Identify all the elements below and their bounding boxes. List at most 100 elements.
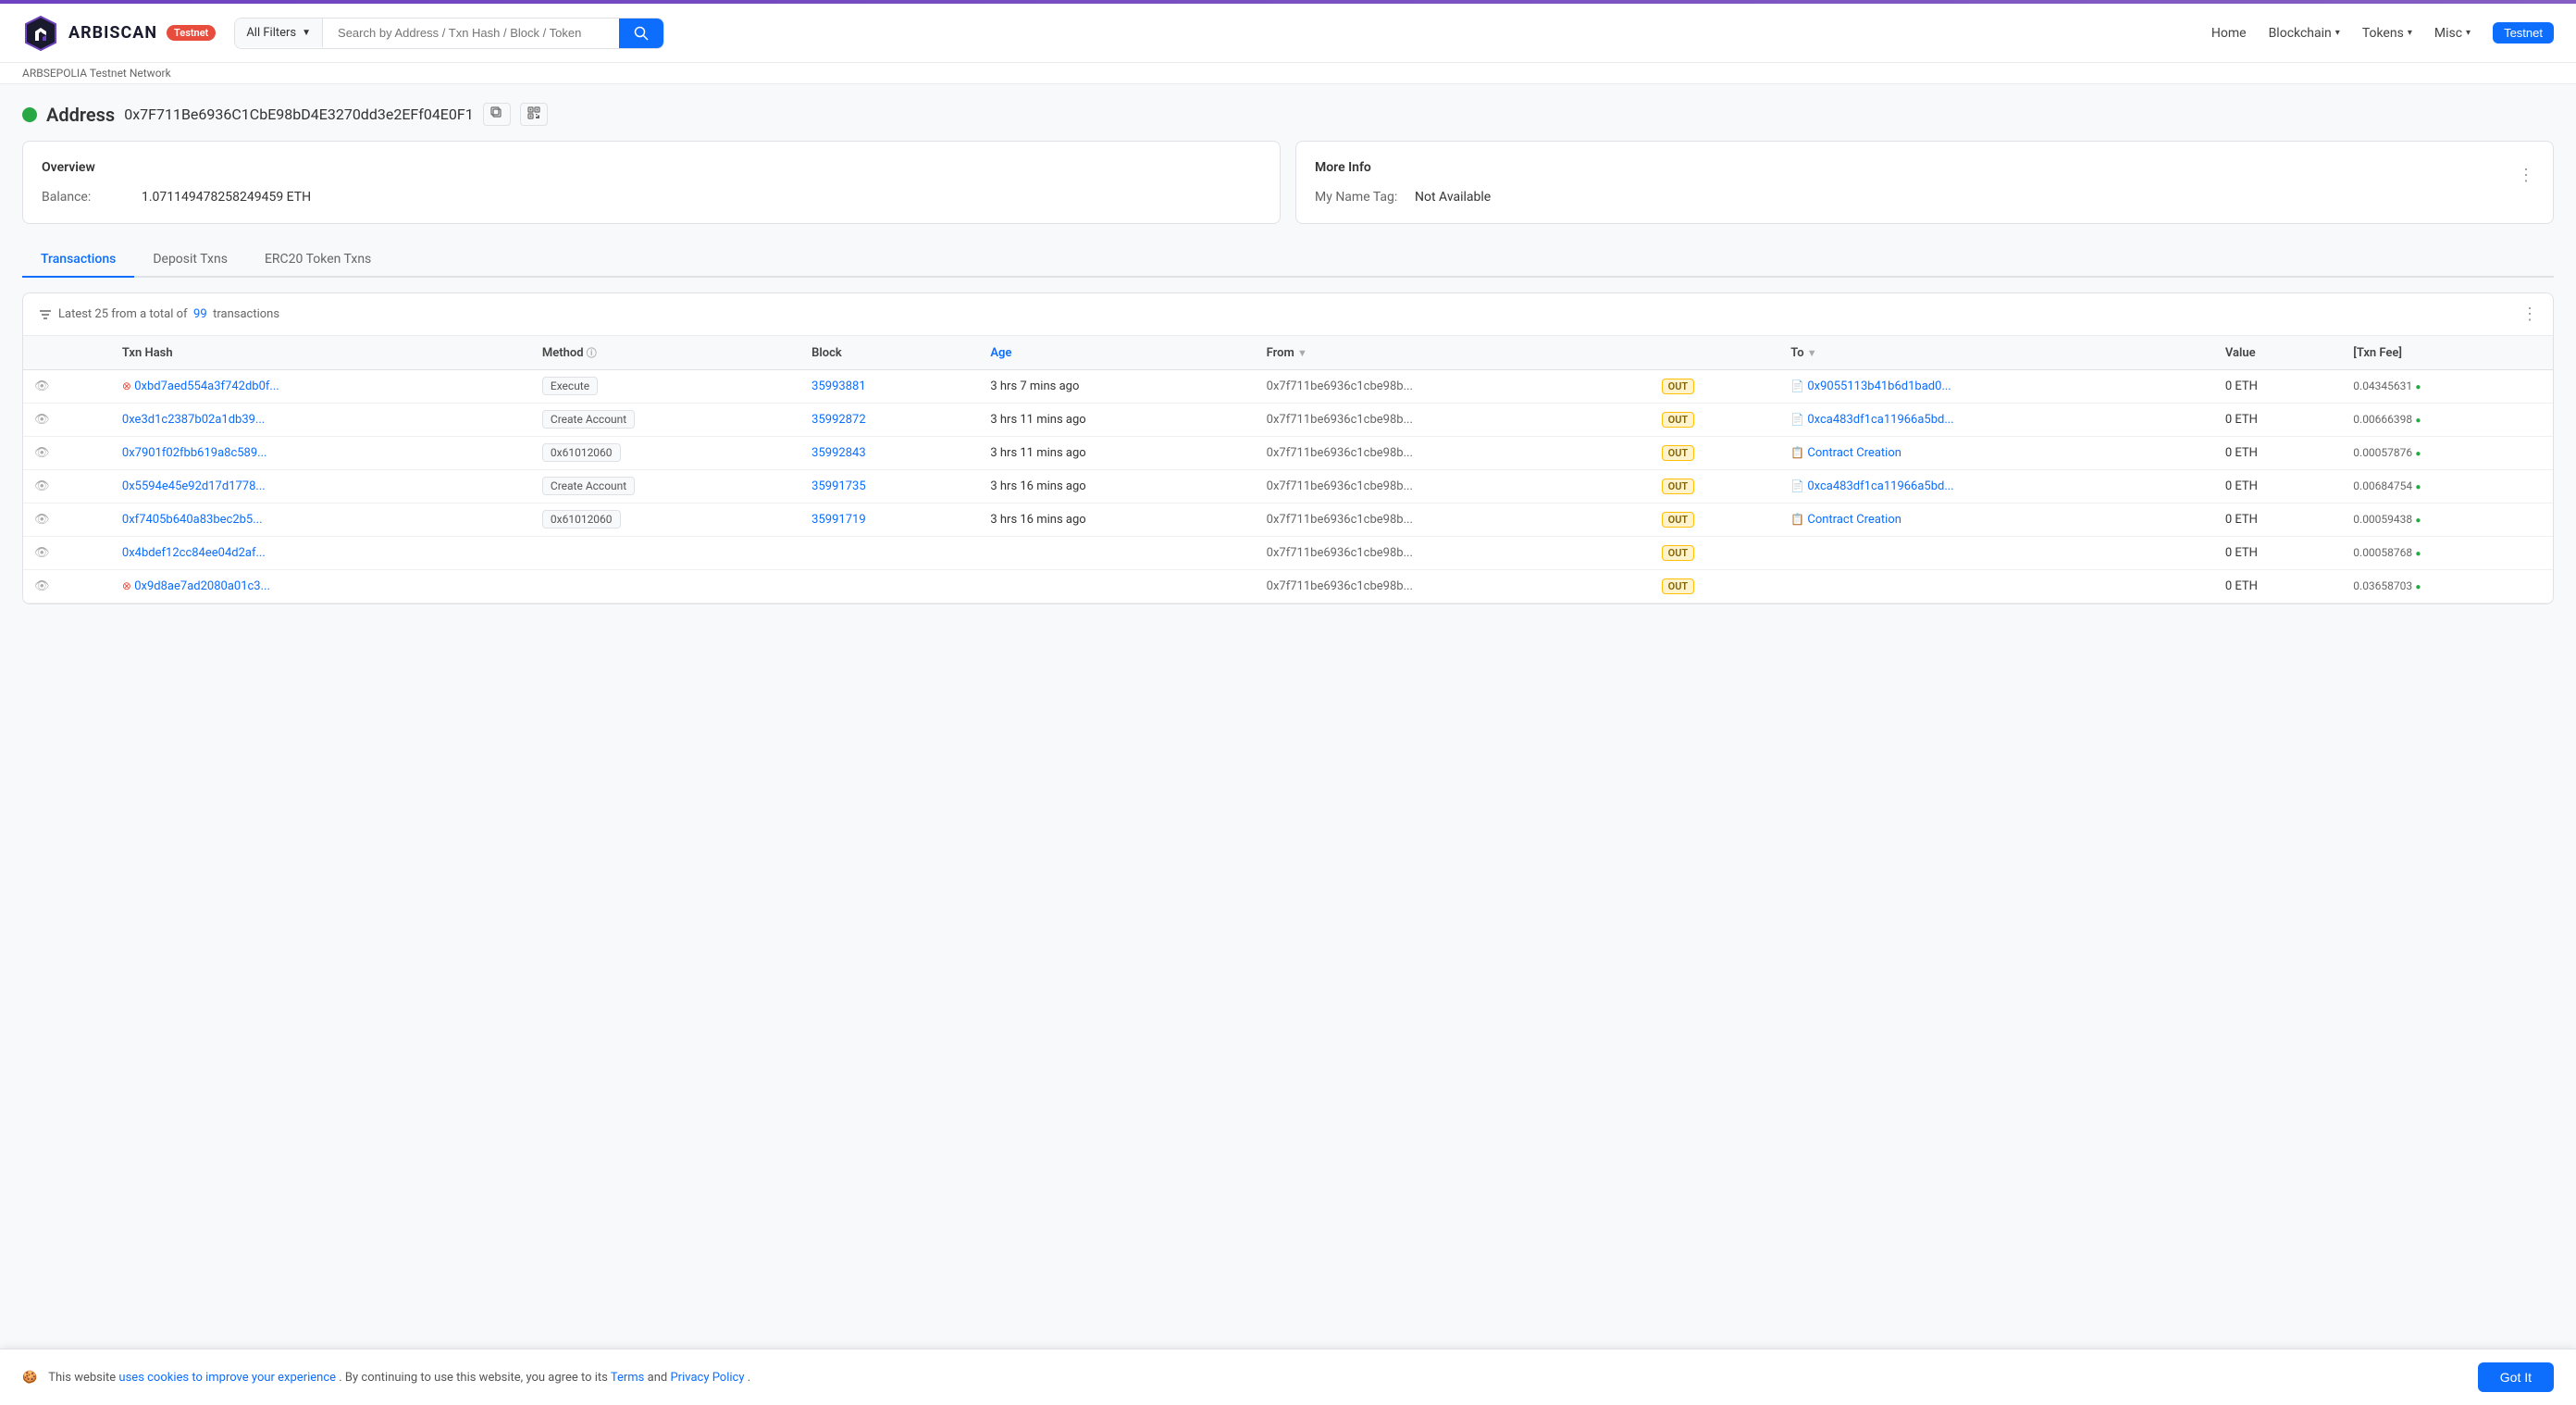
to-contract-creation-link[interactable]: Contract Creation <box>1807 446 1901 460</box>
block-link[interactable]: 35991735 <box>811 479 865 493</box>
name-tag-value: Not Available <box>1415 190 1491 205</box>
nav-misc[interactable]: Misc ▾ <box>2434 26 2471 41</box>
fee-cell: 0.00059438 ● <box>2342 504 2553 537</box>
method-badge: 0x61012060 <box>542 510 621 528</box>
cookie-privacy-link[interactable]: Privacy Policy <box>670 1371 747 1385</box>
col-block: Block <box>800 336 979 370</box>
tab-transactions[interactable]: Transactions <box>22 242 134 278</box>
value-cell: 0 ETH <box>2214 504 2342 537</box>
to-cell: 📋 Contract Creation <box>1779 437 2214 470</box>
col-fee: [Txn Fee] <box>2342 336 2553 370</box>
from-cell: 0x7f711be6936c1cbe98b... <box>1256 570 1651 603</box>
to-cell <box>1779 570 2214 603</box>
direction-cell: OUT <box>1651 570 1780 603</box>
value-cell: 0 ETH <box>2214 470 2342 504</box>
more-info-card: More Info ⋮ My Name Tag: Not Available <box>1295 141 2554 224</box>
age-cell: 3 hrs 7 mins ago <box>979 370 1255 404</box>
tab-erc20-txns[interactable]: ERC20 Token Txns <box>246 242 390 278</box>
age-cell <box>979 537 1255 570</box>
nav-blockchain[interactable]: Blockchain ▾ <box>2269 26 2340 41</box>
txn-hash-link[interactable]: 0xf7405b640a83bec2b5... <box>122 513 263 527</box>
to-address-link[interactable]: 0xca483df1ca11966a5bd... <box>1807 413 1953 427</box>
fee-cell: 0.03658703 ● <box>2342 570 2553 603</box>
direction-badge: OUT <box>1662 545 1695 561</box>
error-icon: ⊗ <box>122 379 131 392</box>
col-from: From ▼ <box>1256 336 1651 370</box>
txn-hash-link[interactable]: 0xe3d1c2387b02a1db39... <box>122 413 265 427</box>
copy-address-button[interactable] <box>483 103 511 126</box>
header-nav: Home Blockchain ▾ Tokens ▾ Misc ▾ Testne… <box>2211 22 2554 44</box>
method-cell: Create Account <box>531 404 800 437</box>
tab-deposit-txns[interactable]: Deposit Txns <box>134 242 246 278</box>
eye-icon[interactable]: 👁 <box>34 479 50 493</box>
qr-icon <box>527 106 540 119</box>
testnet-button[interactable]: Testnet <box>2493 22 2554 44</box>
qr-button[interactable] <box>520 103 548 126</box>
txn-fee-value: 0.00666398 <box>2353 413 2412 426</box>
eth-value: 0 ETH <box>2225 413 2258 427</box>
eye-icon[interactable]: 👁 <box>34 513 50 527</box>
txn-hash-link[interactable]: 0x5594e45e92d17d1778... <box>122 479 266 493</box>
cookie-terms-link[interactable]: Terms <box>611 1371 648 1385</box>
summary-text: Latest 25 from a total of 99 transaction… <box>58 307 279 321</box>
eye-icon[interactable]: 👁 <box>34 579 50 593</box>
got-it-button[interactable]: Got It <box>2478 1362 2554 1392</box>
txn-hash-link[interactable]: 0x4bdef12cc84ee04d2af... <box>122 546 266 560</box>
block-link[interactable]: 35992843 <box>811 446 865 460</box>
age-value: 3 hrs 11 mins ago <box>990 413 1085 427</box>
header: ARBISCAN Testnet All Filters ▼ Home Bloc… <box>0 4 2576 63</box>
search-input[interactable] <box>323 19 619 47</box>
age-value: 3 hrs 16 mins ago <box>990 513 1085 527</box>
eye-icon[interactable]: 👁 <box>34 379 50 393</box>
txn-fee-value: 0.00057876 <box>2353 446 2412 459</box>
block-cell: 35992872 <box>800 404 979 437</box>
logo-link[interactable]: ARBISCAN Testnet <box>22 15 216 52</box>
method-cell <box>531 570 800 603</box>
cookie-icon: 🍪 <box>22 1371 37 1385</box>
from-address: 0x7f711be6936c1cbe98b... <box>1267 479 1413 493</box>
cookie-improve-link[interactable]: uses cookies to improve your experience <box>118 1371 339 1385</box>
name-tag-label: My Name Tag: <box>1315 190 1407 205</box>
eye-icon[interactable]: 👁 <box>34 413 50 427</box>
from-address: 0x7f711be6936c1cbe98b... <box>1267 546 1413 560</box>
from-cell: 0x7f711be6936c1cbe98b... <box>1256 370 1651 404</box>
direction-cell: OUT <box>1651 437 1780 470</box>
to-cell: 📋 Contract Creation <box>1779 504 2214 537</box>
method-badge: 0x61012060 <box>542 443 621 462</box>
file-icon: 📄 <box>1790 413 1804 426</box>
table-row: 👁⊗ 0xbd7aed554a3f742db0f...Execute359938… <box>23 370 2553 404</box>
block-link[interactable]: 35993881 <box>811 379 865 393</box>
to-filter-icon[interactable]: ▼ <box>1807 347 1817 359</box>
from-filter-icon[interactable]: ▼ <box>1297 347 1307 359</box>
filter-dropdown[interactable]: All Filters ▼ <box>235 19 323 47</box>
direction-badge: OUT <box>1662 512 1695 528</box>
overview-card: Overview Balance: 1.071149478258249459 E… <box>22 141 1281 224</box>
fee-indicator-icon: ● <box>2415 582 2421 592</box>
eye-cell: 👁 <box>23 537 111 570</box>
txn-hash-link[interactable]: 0x7901f02fbb619a8c589... <box>122 446 267 460</box>
address-dot-icon <box>22 107 37 122</box>
to-contract-creation-link[interactable]: Contract Creation <box>1807 513 1901 527</box>
txn-hash-link[interactable]: 0x9d8ae7ad2080a01c3... <box>134 579 270 593</box>
search-icon <box>634 26 649 41</box>
direction-badge: OUT <box>1662 412 1695 428</box>
block-link[interactable]: 35992872 <box>811 413 865 427</box>
from-cell: 0x7f711be6936c1cbe98b... <box>1256 537 1651 570</box>
direction-cell: OUT <box>1651 504 1780 537</box>
txn-hash-link[interactable]: 0xbd7aed554a3f742db0f... <box>134 379 279 393</box>
eye-cell: 👁 <box>23 504 111 537</box>
block-link[interactable]: 35991719 <box>811 513 865 527</box>
nav-tokens[interactable]: Tokens ▾ <box>2362 26 2412 41</box>
search-button[interactable] <box>619 19 663 48</box>
txn-table: Txn Hash Method ⓘ Block Age From ▼ <box>23 336 2553 603</box>
col-value: Value <box>2214 336 2342 370</box>
to-address-link[interactable]: 0x9055113b41b6d1bad0... <box>1807 379 1951 393</box>
txn-hash-cell: 0x5594e45e92d17d1778... <box>111 470 531 504</box>
txn-options-icon[interactable]: ⋮ <box>2521 305 2538 324</box>
nav-home[interactable]: Home <box>2211 26 2247 41</box>
fee-cell: 0.00057876 ● <box>2342 437 2553 470</box>
to-address-link[interactable]: 0xca483df1ca11966a5bd... <box>1807 479 1953 493</box>
eye-icon[interactable]: 👁 <box>34 446 50 460</box>
more-options-icon[interactable]: ⋮ <box>2518 166 2534 185</box>
eye-icon[interactable]: 👁 <box>34 546 50 560</box>
